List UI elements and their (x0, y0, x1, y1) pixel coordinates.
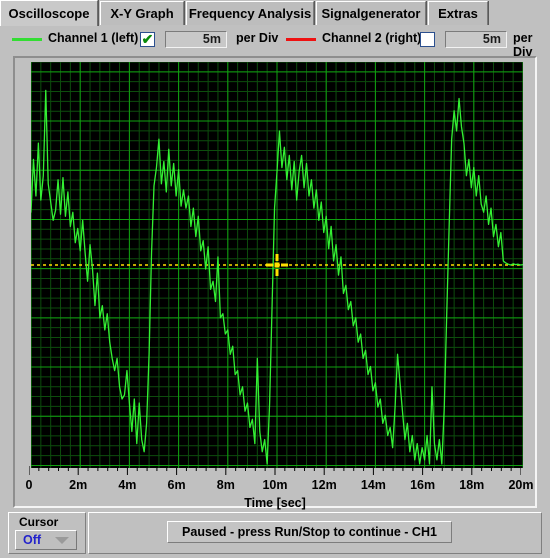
status-panel: Paused - press Run/Stop to continue - CH… (88, 512, 542, 554)
tab-bar: Oscilloscope X-Y Graph Frequency Analysi… (0, 0, 550, 26)
x-axis-tick-label: 18m (459, 478, 485, 492)
checkmark-icon (421, 33, 434, 46)
tab-label: X-Y Graph (110, 6, 174, 21)
channel1-label: Channel 1 (left) (48, 31, 139, 45)
x-axis-tick-label: 16m (410, 478, 436, 492)
x-axis-tick-label: 8m (216, 478, 235, 492)
x-axis-tick-label: 14m (360, 478, 386, 492)
tab-oscilloscope[interactable]: Oscilloscope (0, 0, 98, 26)
x-axis-ticks (29, 466, 521, 475)
oscilloscope-window: Oscilloscope X-Y Graph Frequency Analysi… (0, 0, 550, 558)
x-axis-tick-label: 20m (508, 478, 534, 492)
tab-frequency-analysis[interactable]: Frequency Analysis (186, 1, 314, 25)
status-message: Paused - press Run/Stop to continue - CH… (167, 521, 452, 543)
cursor-mode-dropdown[interactable]: Off (15, 530, 77, 550)
tab-label: Signalgenerator (321, 6, 421, 21)
cursor-mode-value: Off (23, 533, 42, 547)
tab-signalgenerator[interactable]: Signalgenerator (316, 1, 426, 25)
tab-extras[interactable]: Extras (428, 1, 488, 25)
oscilloscope-plot[interactable] (31, 62, 523, 468)
channel1-enable-checkbox[interactable]: ✔ (140, 32, 155, 47)
channel1-scale-input[interactable]: 5m (165, 31, 227, 48)
x-axis-tick-label: 12m (311, 478, 337, 492)
x-axis-tick-label: 10m (262, 478, 288, 492)
chevron-down-icon (55, 537, 69, 544)
cursor-label: Cursor (19, 515, 59, 529)
tab-label: Extras (438, 6, 478, 21)
x-axis-tick-label: 6m (167, 478, 186, 492)
tab-xy-graph[interactable]: X-Y Graph (100, 1, 184, 25)
x-axis-tick-label: 4m (118, 478, 137, 492)
tab-label: Frequency Analysis (188, 6, 312, 21)
channel2-scale-input[interactable]: 5m (445, 31, 507, 48)
x-axis-title: Time [sec] (244, 496, 306, 510)
x-axis-tick-label: 0 (25, 478, 33, 492)
plot-canvas (31, 62, 523, 468)
channel2-color-swatch (286, 38, 316, 41)
tab-label: Oscilloscope (8, 6, 90, 21)
channel2-enable-checkbox[interactable] (420, 32, 435, 47)
channel2-unit-label: per Div (513, 31, 533, 59)
channel-control-bar: Channel 1 (left) ✔ 5m per Div Channel 2 … (0, 27, 550, 59)
channel2-label: Channel 2 (right) (322, 31, 422, 45)
graph-frame (13, 56, 537, 508)
channel1-unit-label: per Div (236, 31, 279, 45)
checkmark-icon: ✔ (141, 31, 154, 47)
channel1-color-swatch (12, 38, 42, 41)
x-axis-tick-label: 2m (69, 478, 88, 492)
cursor-panel: Cursor Off (8, 512, 86, 554)
x-axis-tick-labels: 0 2m 4m 6m 8m 10m 12m 14m 16m 18m 20m (0, 478, 550, 494)
